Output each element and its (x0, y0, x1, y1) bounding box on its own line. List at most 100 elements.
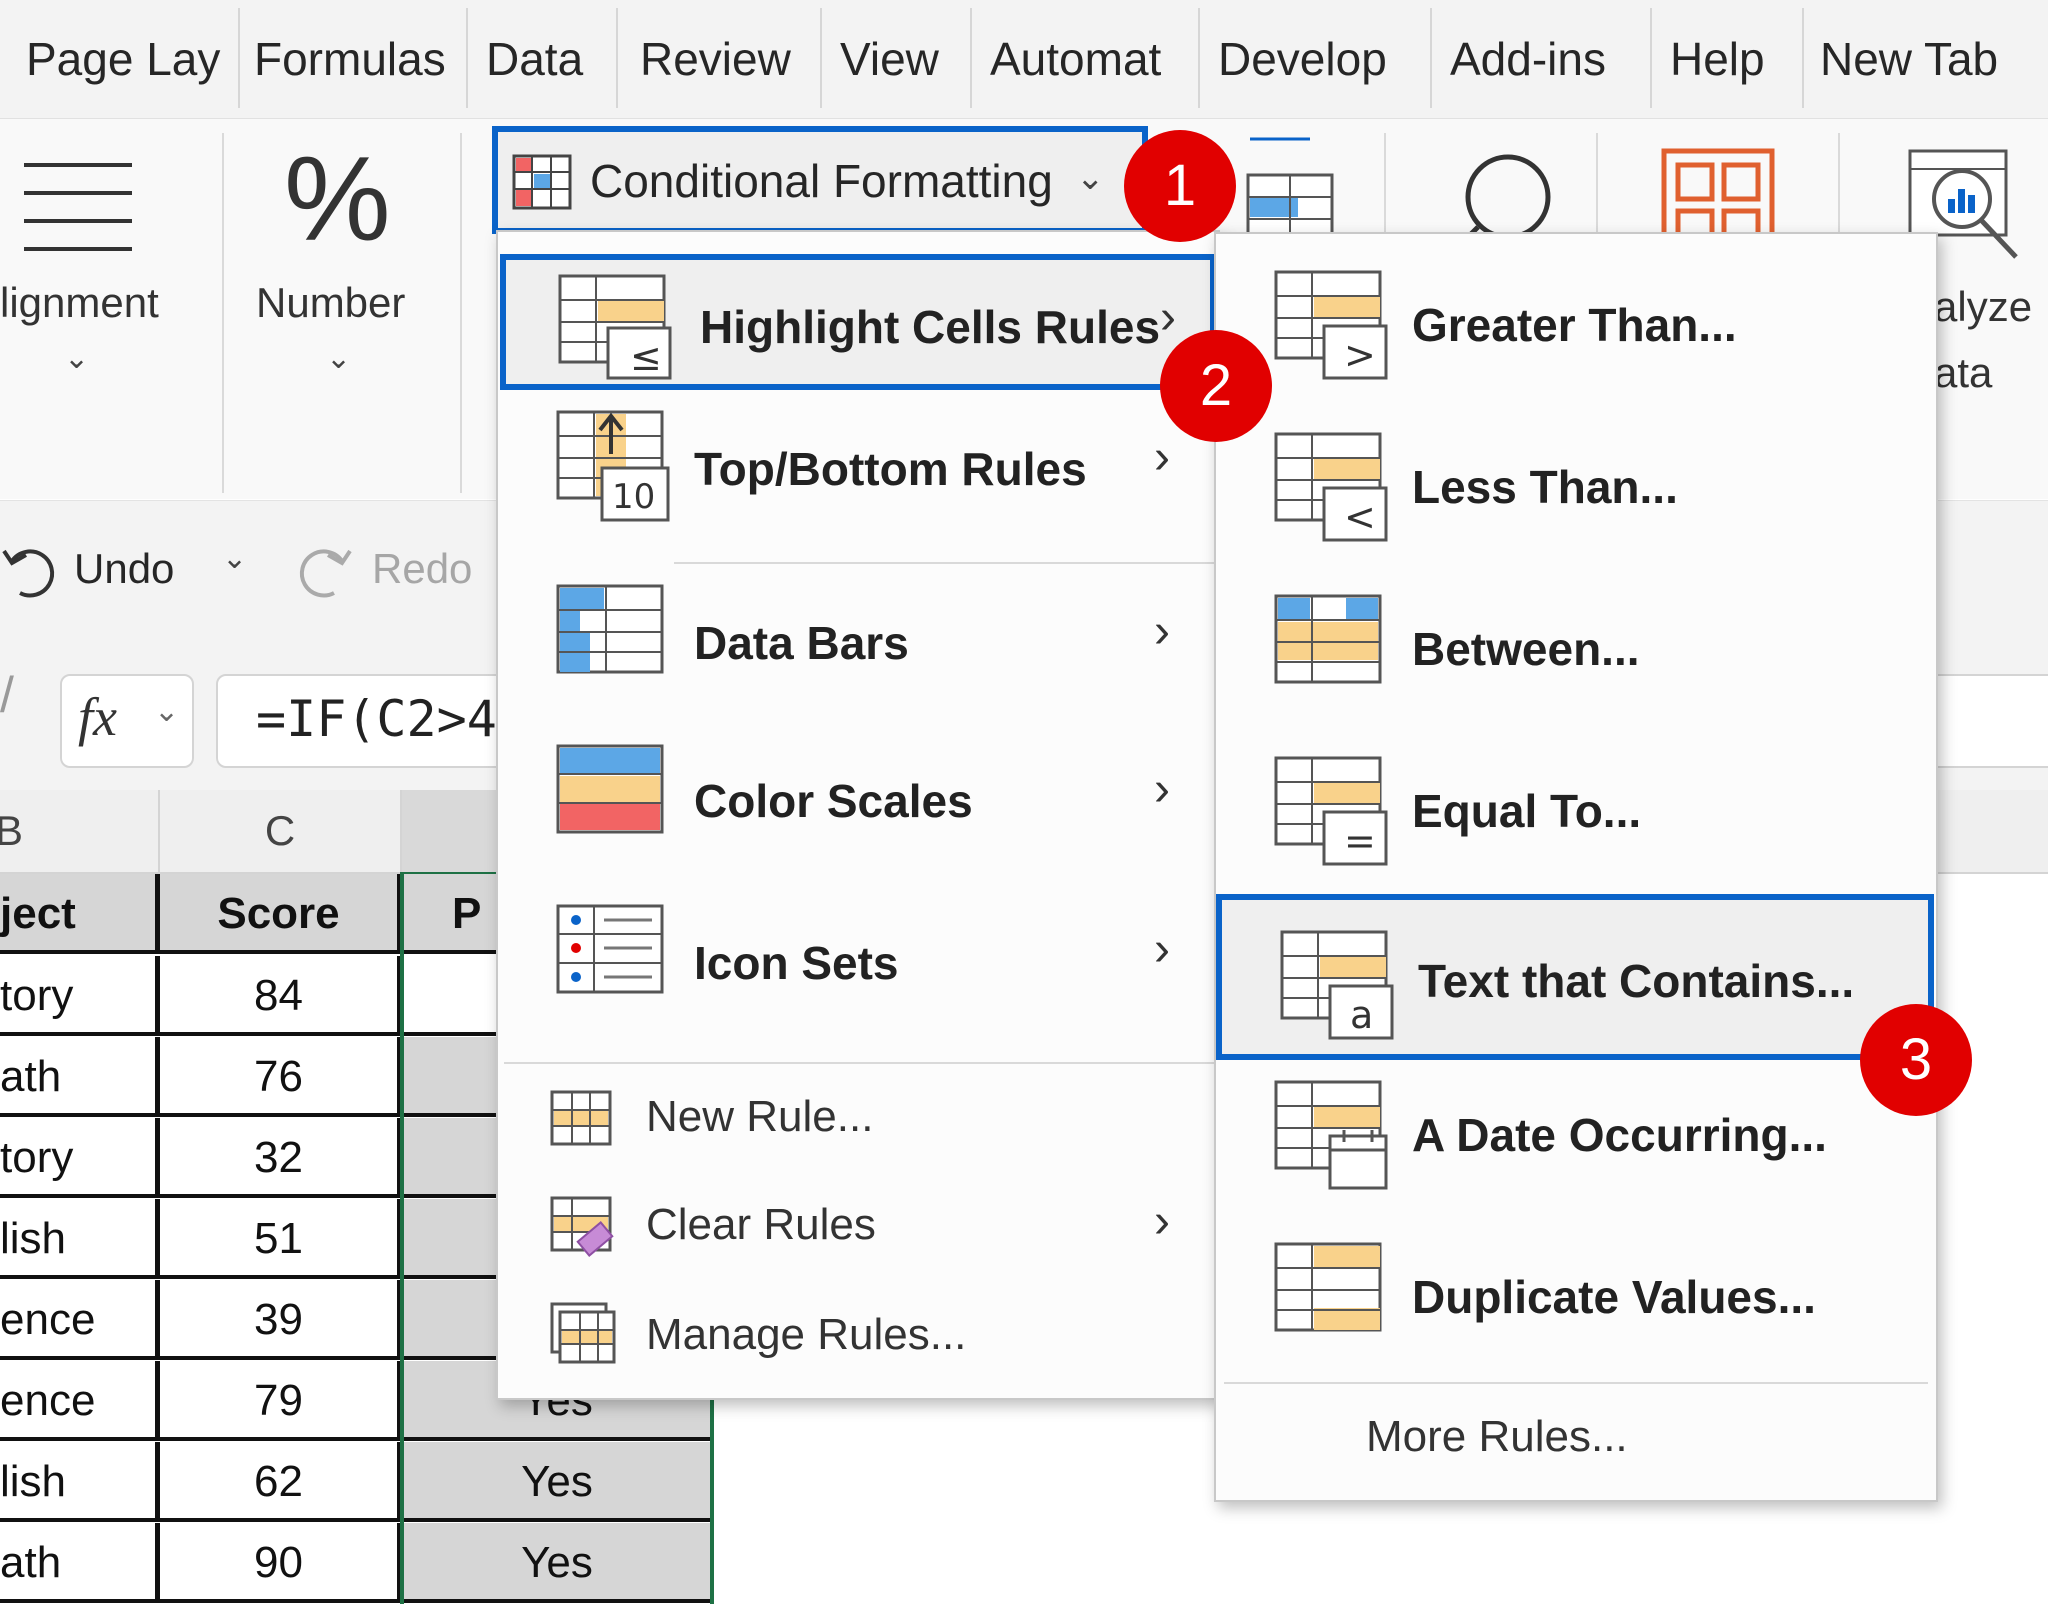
group-divider (460, 133, 462, 493)
cell-score[interactable]: 76 (160, 1037, 402, 1117)
submenu-label-between: Between... (1412, 623, 1640, 675)
rule-glyph: > (1344, 333, 1376, 377)
cell-score[interactable]: 84 (160, 956, 402, 1036)
tab-review[interactable]: Review (628, 0, 818, 118)
menu-item-new-rule[interactable]: New Rule... (498, 1070, 1218, 1170)
cell-score[interactable]: 51 (160, 1199, 402, 1279)
submenu-item-between[interactable]: Between... (1216, 564, 1936, 714)
alignment-label[interactable]: lignment (0, 279, 159, 327)
menu-item-color-scales[interactable]: Color Scales › (498, 734, 1218, 874)
redo-label: Redo (372, 545, 473, 592)
chevron-right-icon: › (1154, 1195, 1170, 1248)
menu-item-manage-rules[interactable]: Manage Rules... (498, 1286, 1218, 1386)
ribbon-tab-bar: Page Lay Formulas Data Review View Autom… (0, 0, 2048, 119)
tab-formulas[interactable]: Formulas (242, 0, 464, 118)
submenu-item-a-date-occurring[interactable]: A Date Occurring... (1216, 1050, 1936, 1200)
conditional-formatting-menu: ≤ Highlight Cells Rules › 10 Top/Bottom … (496, 230, 1220, 1400)
new-rule-icon (550, 1090, 614, 1150)
step-badge-2: 2 (1160, 330, 1272, 442)
cell-subject[interactable]: tory (0, 1118, 160, 1198)
rule-glyph: < (1344, 495, 1376, 539)
submenu-item-duplicate-values[interactable]: Duplicate Values... (1216, 1212, 1936, 1362)
undo-icon[interactable] (0, 541, 60, 601)
menu-label-top-bottom-rules: Top/Bottom Rules (694, 443, 1087, 495)
cell-pass[interactable]: Yes (404, 1523, 710, 1603)
cell-score[interactable]: 79 (160, 1361, 402, 1441)
cell-subject[interactable]: lish (0, 1442, 160, 1522)
submenu-label-equal-to: Equal To... (1412, 785, 1642, 837)
cell-score[interactable]: 90 (160, 1523, 402, 1603)
undo-label[interactable]: Undo (74, 545, 174, 593)
menu-label-data-bars: Data Bars (694, 617, 909, 669)
menu-label-manage-rules: Manage Rules... (646, 1310, 967, 1359)
tab-divider (1430, 8, 1432, 108)
tab-data[interactable]: Data (474, 0, 614, 118)
cell-subject[interactable]: lish (0, 1199, 160, 1279)
tab-developer[interactable]: Develop (1206, 0, 1426, 118)
header-score[interactable]: Score (160, 874, 402, 954)
color-scales-icon (556, 744, 668, 840)
alignment-icon[interactable] (18, 155, 138, 255)
top-ten-glyph: 10 (612, 477, 655, 517)
cell-subject[interactable]: tory (0, 956, 160, 1036)
redo-icon (294, 541, 354, 601)
less-than-icon: < (1274, 432, 1394, 544)
highlight-cells-rules-submenu: > Greater Than... < Less Than... Between… (1214, 232, 1938, 1502)
rule-glyph: a (1350, 993, 1373, 1037)
menu-item-data-bars[interactable]: Data Bars › (498, 572, 1218, 712)
top-bottom-rules-icon: 10 (556, 410, 672, 522)
menu-item-icon-sets[interactable]: Icon Sets › (498, 894, 1218, 1034)
menu-item-clear-rules[interactable]: Clear Rules › (498, 1178, 1218, 1278)
cell-pass[interactable]: Yes (404, 1442, 710, 1522)
format-as-table-icon[interactable] (1244, 135, 1334, 245)
equal-to-icon: = (1274, 756, 1394, 868)
percent-icon[interactable]: % (284, 139, 391, 259)
tab-page-layout[interactable]: Page Lay (14, 0, 238, 118)
cell-subject[interactable]: ence (0, 1361, 160, 1441)
chevron-down-icon[interactable]: ⌄ (64, 341, 89, 376)
cell-subject[interactable]: ath (0, 1037, 160, 1117)
submenu-item-greater-than[interactable]: > Greater Than... (1216, 240, 1936, 390)
submenu-label-less-than: Less Than... (1412, 461, 1678, 513)
conditional-formatting-button[interactable]: Conditional Formatting ⌄ (492, 126, 1148, 234)
cell-score[interactable]: 32 (160, 1118, 402, 1198)
column-header-far[interactable] (1935, 790, 2048, 874)
menu-item-highlight-cells-rules[interactable]: ≤ Highlight Cells Rules › (500, 254, 1216, 390)
column-header-c[interactable]: C (160, 790, 402, 874)
conditional-formatting-icon (512, 154, 572, 210)
analyze-data-label-line2[interactable]: ata (1934, 349, 1992, 397)
submenu-item-less-than[interactable]: < Less Than... (1216, 402, 1936, 552)
chevron-right-icon: › (1160, 291, 1176, 344)
insert-function-button[interactable]: fx ⌄ (60, 674, 194, 768)
tab-add-ins[interactable]: Add-ins (1438, 0, 1638, 118)
chevron-down-icon[interactable]: ⌄ (222, 541, 247, 576)
header-subject[interactable]: ject (0, 874, 160, 954)
number-label[interactable]: Number (256, 279, 405, 327)
cell-subject[interactable]: ath (0, 1523, 160, 1603)
column-header-b[interactable]: B (0, 790, 160, 874)
tab-help[interactable]: Help (1658, 0, 1798, 118)
step-badge-1: 1 (1124, 130, 1236, 242)
menu-separator (1224, 1382, 1928, 1384)
submenu-item-text-that-contains[interactable]: a Text that Contains... (1216, 894, 1934, 1060)
cell-score[interactable]: 39 (160, 1280, 402, 1360)
analyze-data-label-line1[interactable]: alyze (1934, 283, 2032, 331)
cell-score[interactable]: 62 (160, 1442, 402, 1522)
tab-view[interactable]: View (828, 0, 968, 118)
less-equal-glyph: ≤ (630, 335, 662, 379)
menu-label-icon-sets: Icon Sets (694, 937, 899, 989)
tab-new-tab[interactable]: New Tab (1808, 0, 2028, 118)
menu-label-more-rules[interactable]: More Rules... (1366, 1412, 1628, 1462)
tab-divider (820, 8, 822, 108)
menu-label-highlight-cells-rules: Highlight Cells Rules (700, 301, 1161, 353)
tab-automate[interactable]: Automat (978, 0, 1198, 118)
menu-item-top-bottom-rules[interactable]: 10 Top/Bottom Rules › (498, 400, 1218, 540)
cell-subject[interactable]: ence (0, 1280, 160, 1360)
highlight-cells-rules-icon: ≤ (558, 274, 674, 382)
between-icon (1274, 594, 1394, 706)
chevron-down-icon[interactable]: ⌄ (326, 341, 351, 376)
date-occurring-icon (1274, 1080, 1394, 1192)
submenu-item-equal-to[interactable]: = Equal To... (1216, 726, 1936, 876)
group-divider (222, 133, 224, 493)
tab-divider (970, 8, 972, 108)
